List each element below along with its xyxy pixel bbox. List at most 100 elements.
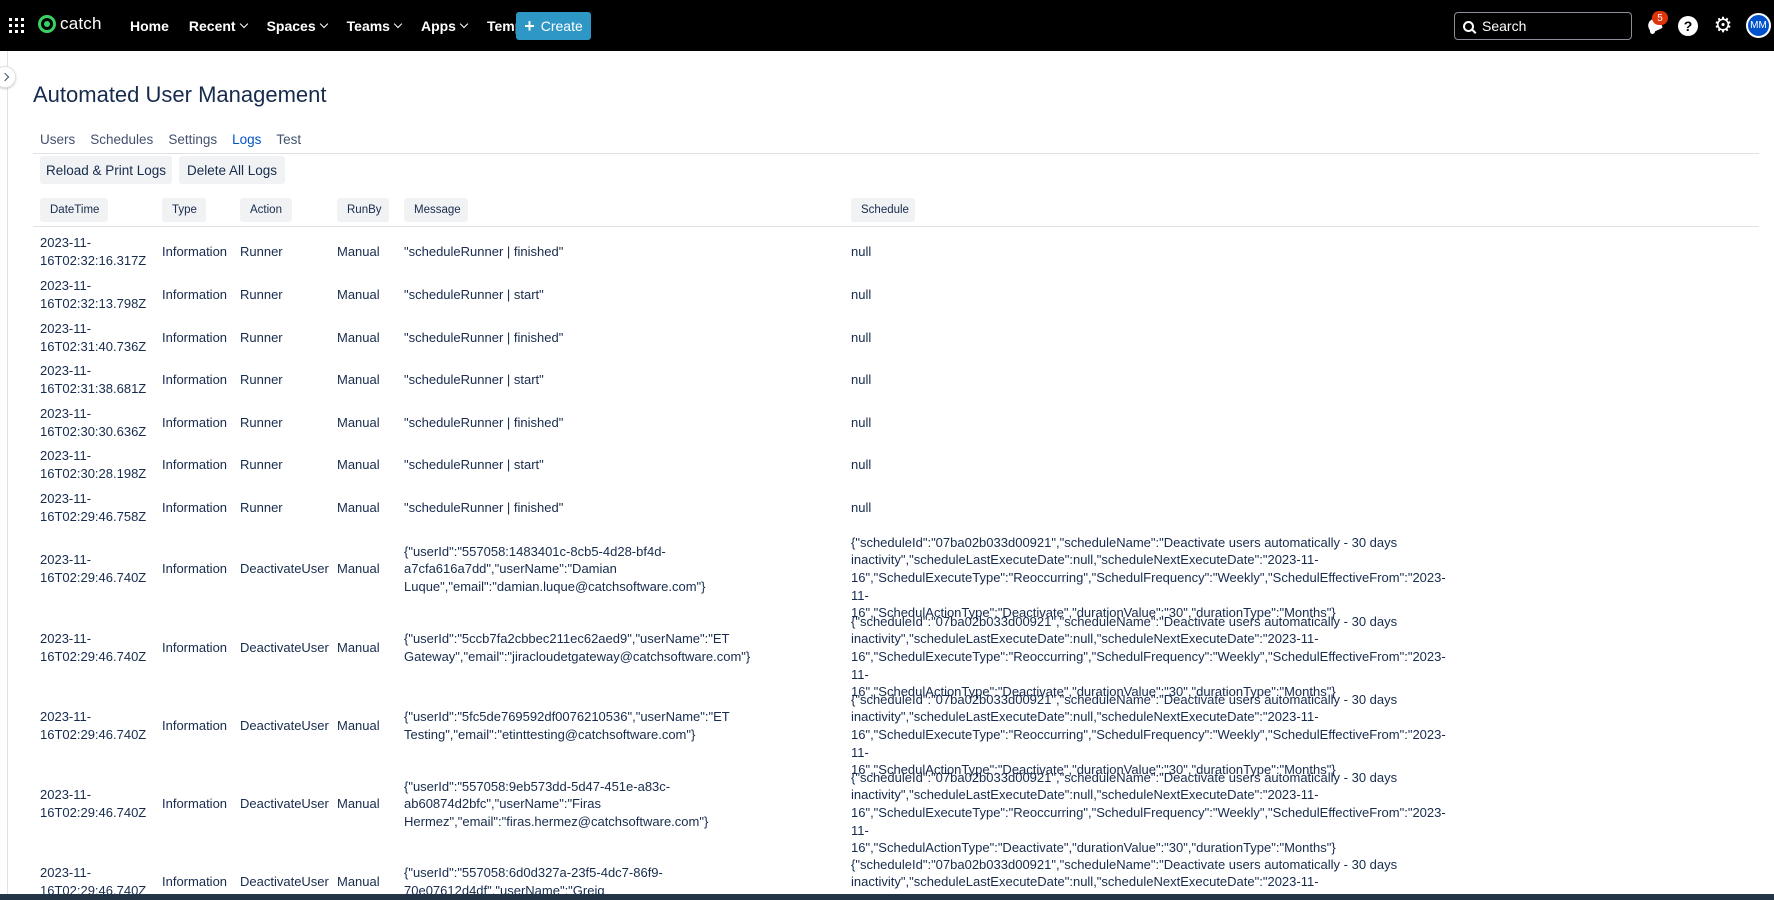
tab-bar: Users Schedules Settings Logs Test xyxy=(40,132,316,154)
cell-action: DeactivateUser xyxy=(240,718,329,734)
notifications-badge: 5 xyxy=(1652,11,1668,25)
column-header-message[interactable]: Message xyxy=(404,198,468,222)
cell-schedule-line: null xyxy=(851,500,872,516)
tab-logs[interactable]: Logs xyxy=(232,132,261,154)
nav-recent[interactable]: Recent xyxy=(188,17,248,34)
catch-logo-icon xyxy=(38,15,56,33)
cell-runby: Manual xyxy=(337,244,380,260)
nav-recent-label: Recent xyxy=(188,17,236,34)
cell-schedule: null xyxy=(851,371,1431,389)
app-switcher-icon[interactable] xyxy=(9,18,24,33)
column-header-type[interactable]: Type xyxy=(162,198,206,222)
nav-home[interactable]: Home xyxy=(130,18,169,34)
os-taskbar xyxy=(0,894,1774,900)
cell-datetime-line: 16T02:31:40.736Z xyxy=(40,338,147,354)
nav-spaces-label: Spaces xyxy=(266,17,316,34)
cell-action: DeactivateUser xyxy=(240,874,329,890)
cell-datetime: 2023-11- 16T02:29:46.758Z xyxy=(40,490,146,525)
nav-home-label: Home xyxy=(130,17,169,34)
cell-schedule-line: null xyxy=(851,372,872,388)
nav-spaces[interactable]: Spaces xyxy=(266,17,328,34)
search-input[interactable] xyxy=(1482,18,1622,34)
cell-datetime-line: 2023-11- xyxy=(40,787,92,803)
cell-message: "scheduleRunner | finished" xyxy=(404,499,714,517)
cell-action: Runner xyxy=(240,330,283,346)
table-row: 2023-11- 16T02:29:46.740Z Information Deact… xyxy=(0,765,1774,855)
cell-message-line: "scheduleRunner | finished" xyxy=(404,244,564,260)
header-divider xyxy=(33,226,1759,227)
cell-type: Information xyxy=(162,561,228,577)
table-row: 2023-11- 16T02:29:46.758Z Information Runne… xyxy=(0,487,1774,529)
cell-message: "scheduleRunner | finished" xyxy=(404,329,714,347)
tab-test[interactable]: Test xyxy=(276,132,301,154)
cell-message-line: a7cfa616a7dd","userName":"Damian xyxy=(404,561,617,577)
tab-settings[interactable]: Settings xyxy=(168,132,217,154)
cell-message-line: Testing","email":"etinttesting@catchsoft… xyxy=(404,726,696,742)
cell-message: "scheduleRunner | finished" xyxy=(404,243,714,261)
create-button[interactable]: + Create xyxy=(516,12,591,40)
cell-datetime: 2023-11- 16T02:29:46.740Z xyxy=(40,551,146,586)
cell-schedule-line: null xyxy=(851,330,872,346)
cell-datetime-line: 16T02:32:16.317Z xyxy=(40,252,147,268)
search-box[interactable] xyxy=(1454,12,1632,40)
cell-datetime: 2023-11- 16T02:31:38.681Z xyxy=(40,362,147,397)
cell-datetime-line: 16T02:31:38.681Z xyxy=(40,380,147,396)
cell-datetime: 2023-11- 16T02:32:13.798Z xyxy=(40,277,146,312)
column-header-datetime[interactable]: DateTime xyxy=(40,198,108,222)
cell-datetime: 2023-11- 16T02:29:46.740Z xyxy=(40,708,146,743)
tab-divider xyxy=(33,153,1759,154)
cell-type: Information xyxy=(162,372,228,388)
cell-action: Runner xyxy=(240,244,283,260)
tab-users[interactable]: Users xyxy=(40,132,75,154)
delete-all-logs-button[interactable]: Delete All Logs xyxy=(179,156,285,184)
cell-schedule-line: 16","SchedulExecuteType":"Reoccurring","… xyxy=(851,804,1446,838)
settings-gear-icon[interactable]: ⚙ xyxy=(1713,15,1733,36)
column-header-runby[interactable]: RunBy xyxy=(337,198,389,222)
cell-type: Information xyxy=(162,796,228,812)
table-row: 2023-11- 16T02:29:46.740Z Information Deact… xyxy=(0,843,1774,900)
catch-logo[interactable]: catch xyxy=(38,14,102,34)
cell-type: Information xyxy=(162,330,228,346)
cell-datetime: 2023-11- 16T02:30:30.636Z xyxy=(40,405,146,440)
column-header-schedule[interactable]: Schedule xyxy=(851,198,915,222)
cell-runby: Manual xyxy=(337,796,380,812)
user-avatar[interactable]: MM xyxy=(1746,13,1771,38)
nav-teams[interactable]: Teams xyxy=(347,18,403,34)
cell-datetime-line: 2023-11- xyxy=(40,235,92,251)
cell-action: Runner xyxy=(240,372,283,388)
tab-schedules[interactable]: Schedules xyxy=(90,132,153,154)
cell-action: Runner xyxy=(240,287,283,303)
nav-apps[interactable]: Apps xyxy=(421,18,469,34)
create-label: Create xyxy=(540,18,583,34)
help-icon[interactable]: ? xyxy=(1678,16,1698,36)
cell-datetime-line: 2023-11- xyxy=(40,448,92,464)
cell-schedule: null xyxy=(851,456,1431,474)
cell-message: {"userId":"5fc5de769592df0076210536","us… xyxy=(404,708,730,743)
sidebar-expand-chevron-icon[interactable] xyxy=(0,66,16,88)
table-row: 2023-11- 16T02:31:38.681Z Information Runne… xyxy=(0,359,1774,401)
cell-message-line: "scheduleRunner | finished" xyxy=(404,500,564,516)
cell-schedule-line: inactivity","scheduleLastExecuteDate":nu… xyxy=(851,631,1319,647)
cell-schedule-line: inactivity","scheduleLastExecuteDate":nu… xyxy=(851,709,1319,725)
cell-datetime-line: 2023-11- xyxy=(40,321,92,337)
cell-datetime: 2023-11- 16T02:29:46.740Z xyxy=(40,630,146,665)
column-header-action[interactable]: Action xyxy=(240,198,292,222)
cell-runby: Manual xyxy=(337,874,380,890)
table-row: 2023-11- 16T02:30:28.198Z Information Runne… xyxy=(0,444,1774,486)
cell-datetime: 2023-11- 16T02:31:40.736Z xyxy=(40,320,147,355)
reload-print-logs-button[interactable]: Reload & Print Logs xyxy=(40,156,172,184)
cell-runby: Manual xyxy=(337,372,380,388)
table-row: 2023-11- 16T02:32:13.798Z Information Runne… xyxy=(0,274,1774,316)
cell-datetime: 2023-11- 16T02:29:46.740Z xyxy=(40,786,146,821)
cell-datetime: 2023-11- 16T02:30:28.198Z xyxy=(40,447,146,482)
cell-schedule-line: null xyxy=(851,287,872,303)
cell-schedule-line: inactivity","scheduleLastExecuteDate":nu… xyxy=(851,552,1319,568)
cell-schedule: null xyxy=(851,243,1431,261)
cell-action: DeactivateUser xyxy=(240,561,329,577)
cell-datetime-line: 2023-11- xyxy=(40,491,92,507)
cell-datetime-line: 2023-11- xyxy=(40,552,92,568)
cell-message-line: ab60874d2bfc","userName":"Firas xyxy=(404,796,601,812)
cell-runby: Manual xyxy=(337,640,380,656)
cell-message-line: "scheduleRunner | finished" xyxy=(404,415,564,431)
cell-schedule-line: {"scheduleId":"07ba02b033d00921","schedu… xyxy=(851,769,1398,785)
